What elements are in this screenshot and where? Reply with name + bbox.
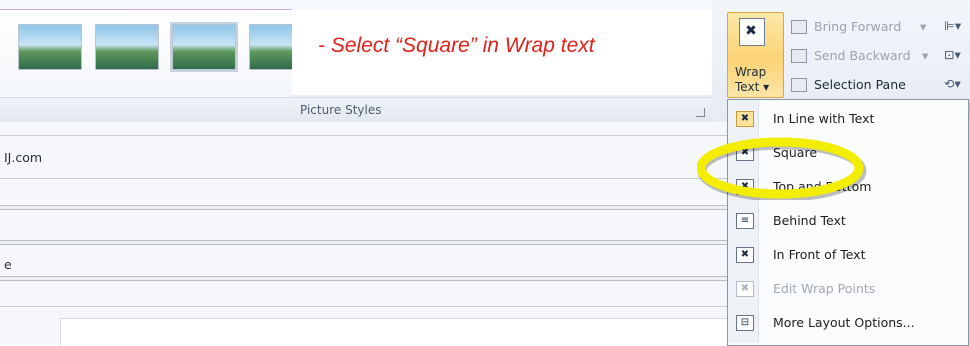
menu-item-edit-wrap-points: ✖ Edit Wrap Points (728, 272, 966, 306)
selection-pane-icon (791, 78, 807, 92)
wrap-text-icon-glyph: ✖ (745, 23, 757, 39)
field-divider (0, 135, 727, 136)
picture-style-thumb[interactable] (172, 24, 236, 70)
menu-item-label: In Line with Text (773, 111, 875, 126)
align-icon[interactable]: ⊫▾ (944, 18, 961, 33)
field-divider (0, 240, 727, 245)
document-page-area (60, 318, 729, 345)
send-backward-icon (791, 49, 807, 63)
menu-item-label: Edit Wrap Points (773, 281, 876, 296)
instruction-annotation: - Select “Square” in Wrap text (318, 34, 595, 57)
bring-forward-dropdown-icon[interactable]: ▾ (920, 19, 926, 34)
menu-item-label: More Layout Options... (773, 315, 915, 330)
field-text: IJ.com (4, 150, 43, 165)
rotate-icon[interactable]: ⟲▾ (944, 76, 961, 91)
picture-style-thumb[interactable] (95, 24, 159, 70)
in-front-of-text-icon: ✖ (736, 247, 754, 263)
menu-item-label: Behind Text (773, 213, 846, 228)
send-backward-button[interactable]: Send Backward (814, 48, 911, 63)
more-layout-options-icon: ⊟ (736, 315, 754, 331)
bring-forward-icon (791, 20, 807, 34)
picture-style-thumb[interactable] (18, 24, 82, 70)
menu-item-more-layout-options[interactable]: ⊟ More Layout Options... (728, 306, 966, 340)
behind-text-icon: ≡ (736, 213, 754, 229)
menu-item-behind-text[interactable]: ≡ Behind Text (728, 204, 966, 238)
field-divider (0, 205, 727, 210)
field-divider (0, 178, 727, 179)
send-backward-dropdown-icon[interactable]: ▾ (922, 48, 928, 63)
field-divider (0, 306, 727, 307)
picture-styles-group-label: Picture Styles (300, 103, 382, 117)
menu-item-label: In Front of Text (773, 247, 866, 262)
bring-forward-button[interactable]: Bring Forward (814, 19, 901, 34)
wrap-text-label-line1: Wrap (735, 65, 767, 79)
document-fields-panel (0, 122, 727, 344)
in-line-with-text-icon: ✖ (736, 111, 754, 127)
dialog-launcher-icon[interactable] (696, 108, 705, 117)
edit-wrap-points-icon: ✖ (736, 281, 754, 297)
menu-item-in-front-of-text[interactable]: ✖ In Front of Text (728, 238, 966, 272)
group-icon[interactable]: ⊡▾ (944, 47, 961, 62)
wrap-text-label-line2: Text ▾ (735, 80, 770, 94)
selection-pane-button[interactable]: Selection Pane (814, 77, 906, 92)
picture-style-thumb[interactable] (249, 24, 294, 70)
menu-item-in-line-with-text[interactable]: ✖ In Line with Text (728, 102, 966, 136)
field-divider (0, 276, 727, 281)
picture-styles-gallery (0, 9, 294, 98)
highlight-ellipse (697, 137, 867, 200)
field-text: e (4, 257, 12, 272)
